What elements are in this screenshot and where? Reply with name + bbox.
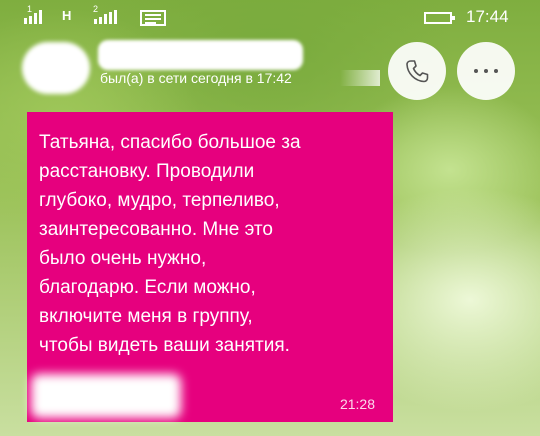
sim2-signal-bars-icon xyxy=(94,10,117,24)
avatar[interactable] xyxy=(22,42,90,94)
message-line: благодарю. Если можно, xyxy=(39,277,256,298)
sim1-network-type: H xyxy=(62,8,72,23)
contact-name-redacted xyxy=(98,40,303,70)
sim1-signal-bars-icon xyxy=(24,10,42,24)
message-bubble[interactable]: Татьяна, спасибо большое за расстановку.… xyxy=(27,112,393,422)
status-bar: 1 H 2 17:44 xyxy=(0,0,540,34)
call-button[interactable] xyxy=(388,42,446,100)
message-line: глубоко, мудро, терпеливо, xyxy=(39,190,280,211)
message-line: включите меня в группу, xyxy=(39,306,253,327)
last-seen-status: был(а) в сети сегодня в 17:42 xyxy=(100,70,380,86)
phone-icon xyxy=(406,60,429,83)
more-dots-icon xyxy=(474,69,498,73)
message-line: Татьяна, спасибо большое за xyxy=(39,132,301,153)
message-line: расстановку. Проводили xyxy=(39,161,255,182)
sender-signature-redacted xyxy=(31,374,181,418)
message-text: Татьяна, спасибо большое за расстановку.… xyxy=(39,128,387,360)
message-notification-icon xyxy=(140,10,166,26)
message-timestamp: 21:28 xyxy=(339,396,375,412)
message-line: чтобы видеть ваши занятия. xyxy=(39,335,290,356)
message-line: было очень нужно, xyxy=(39,248,207,269)
battery-icon xyxy=(424,12,455,24)
status-time: 17:44 xyxy=(466,7,509,26)
message-line: заинтересованно. Мне это xyxy=(39,219,273,240)
more-options-button[interactable] xyxy=(457,42,515,100)
